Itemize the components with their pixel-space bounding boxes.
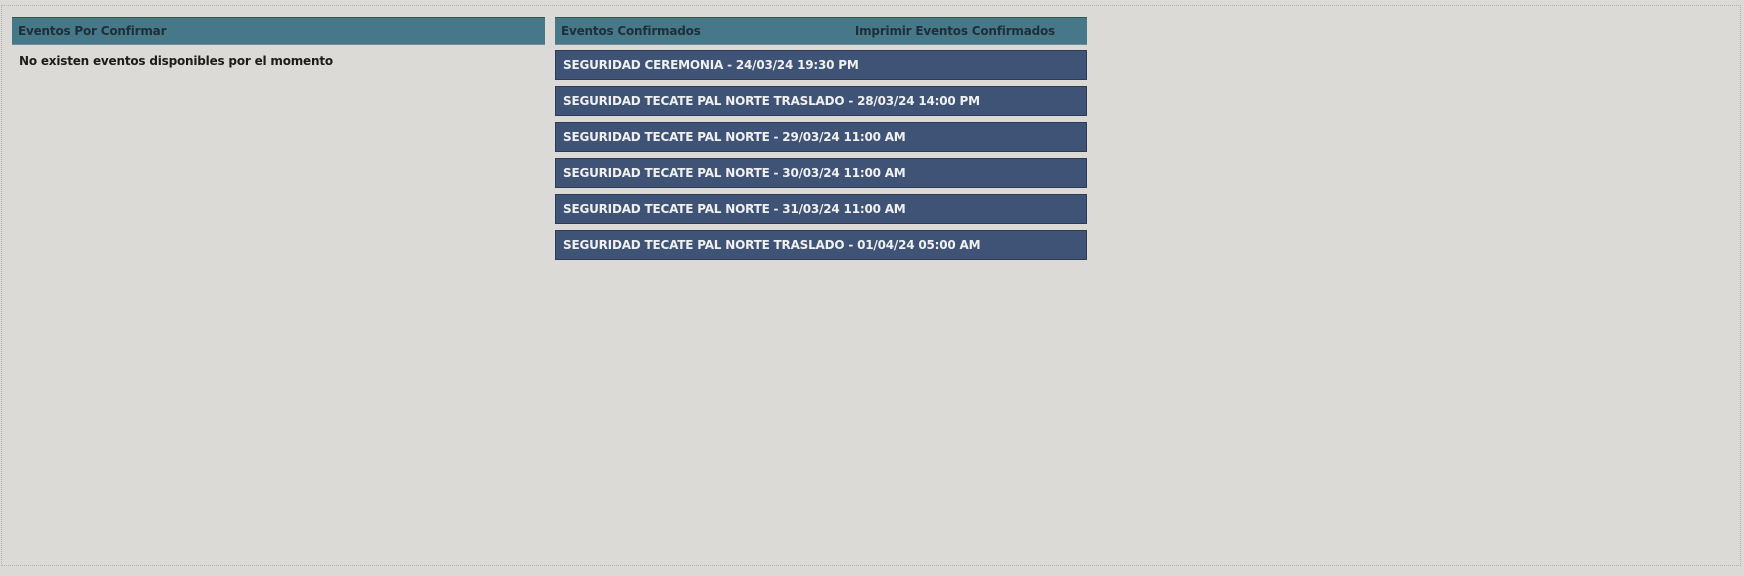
pending-events-panel: Eventos Por Confirmar No existen eventos… <box>12 17 545 68</box>
empty-events-message: No existen eventos disponibles por el mo… <box>19 54 333 68</box>
print-confirmed-events-link[interactable]: Imprimir Eventos Confirmados <box>855 24 1055 38</box>
main-container: Eventos Por Confirmar No existen eventos… <box>1 5 1741 566</box>
confirmed-event-item[interactable]: SEGURIDAD TECATE PAL NORTE TRASLADO - 28… <box>555 86 1087 116</box>
confirmed-events-panel: Eventos Confirmados Imprimir Eventos Con… <box>555 17 1087 266</box>
pending-events-header: Eventos Por Confirmar <box>12 17 545 45</box>
confirmed-events-list: SEGURIDAD CEREMONIA - 24/03/24 19:30 PM … <box>555 50 1087 260</box>
confirmed-event-item[interactable]: SEGURIDAD TECATE PAL NORTE - 29/03/24 11… <box>555 122 1087 152</box>
confirmed-event-item[interactable]: SEGURIDAD CEREMONIA - 24/03/24 19:30 PM <box>555 50 1087 80</box>
confirmed-events-header: Eventos Confirmados Imprimir Eventos Con… <box>555 17 1087 45</box>
confirmed-event-item[interactable]: SEGURIDAD TECATE PAL NORTE - 31/03/24 11… <box>555 194 1087 224</box>
confirmed-event-item[interactable]: SEGURIDAD TECATE PAL NORTE TRASLADO - 01… <box>555 230 1087 260</box>
pending-events-title: Eventos Por Confirmar <box>18 24 167 38</box>
confirmed-events-title: Eventos Confirmados <box>561 24 701 38</box>
confirmed-event-item[interactable]: SEGURIDAD TECATE PAL NORTE - 30/03/24 11… <box>555 158 1087 188</box>
